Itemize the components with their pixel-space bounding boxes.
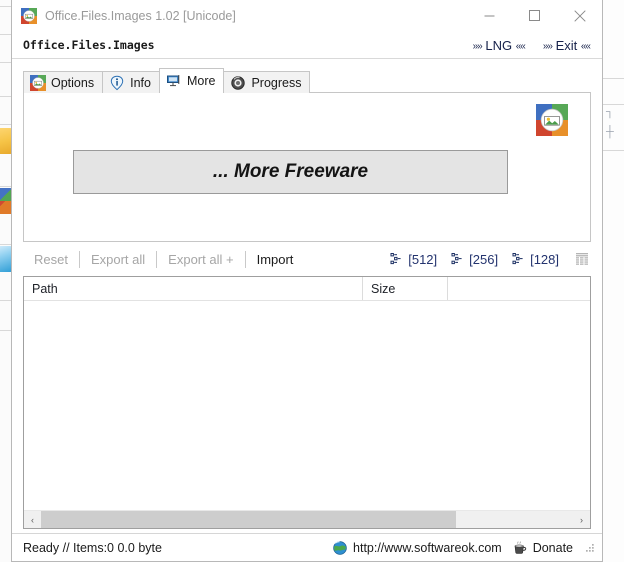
language-button[interactable]: »» LNG «« [472,37,526,53]
desktop-mark-1: ┐ [606,106,614,118]
exit-prefix-chevrons: »» [542,40,553,52]
status-text: Ready // Items:0 0.0 byte [23,540,162,555]
app-images-icon [536,104,568,136]
desktop-right-strip: ┐ ┼ [600,0,624,562]
website-url: http://www.softwareok.com [353,540,502,555]
coffee-cup-icon [512,540,528,556]
scroll-right-arrow-icon[interactable]: › [573,511,590,528]
tab-more-label: More [186,74,216,88]
tab-info[interactable]: Info [102,71,160,93]
desktop-icon-app [0,188,11,214]
desktop-icon-folder [0,128,11,154]
tab-strip: Options Info More Progress [23,68,602,93]
column-header-path[interactable]: Path [24,277,363,300]
size-256-button[interactable]: [256] [451,252,498,267]
tab-progress[interactable]: Progress [223,71,311,93]
exit-label: Exit [555,37,578,53]
lng-prefix-chevrons: »» [472,40,483,52]
app-name-label: Office.Files.Images [23,38,155,52]
size-128-label: [128] [530,251,559,267]
export-all-button[interactable]: Export all [80,252,156,267]
column-header-size[interactable]: Size [363,277,448,300]
export-all-plus-button[interactable]: Export all + [157,252,244,267]
tab-more[interactable]: More [158,68,225,93]
more-panel: ... More Freeware [23,92,591,242]
column-header-blank[interactable] [448,277,590,300]
size-512-label: [512] [408,251,438,267]
reset-button[interactable]: Reset [23,252,79,267]
scrollbar-track[interactable] [41,511,573,528]
monitor-icon [166,73,182,89]
more-freeware-label: ... More Freeware [212,161,369,182]
desktop-icon-water [0,246,11,272]
window-title: Office.Files.Images 1.02 [Unicode] [45,8,236,23]
application-window: Office.Files.Images 1.02 [Unicode] Offic… [11,0,603,562]
app-header-bar: Office.Files.Images »» LNG «« »» Exit «« [12,32,602,59]
tab-options-label: Options [51,75,95,90]
donate-label: Donate [532,540,573,555]
desktop-left-strip [0,0,11,562]
more-freeware-button[interactable]: ... More Freeware [73,150,508,194]
list-column-headers: Path Size [24,277,590,301]
scrollbar-thumb[interactable] [41,511,456,528]
app-images-icon [21,7,37,24]
app-images-icon [30,74,46,91]
resize-grip-icon[interactable] [583,541,596,554]
minimize-icon[interactable] [467,1,512,31]
donate-link[interactable]: Donate [512,540,573,556]
size-256-label: [256] [469,251,499,267]
size-128-button[interactable]: [128] [512,252,559,267]
info-icon [109,75,125,91]
sphere-icon [230,75,246,91]
tab-info-label: Info [130,75,151,90]
lng-label: LNG [485,37,513,53]
selection-dots-icon [390,252,404,266]
status-bar: Ready // Items:0 0.0 byte http://www.sof… [12,533,602,561]
selection-dots-icon [512,252,526,266]
maximize-icon[interactable] [512,1,557,31]
desktop-mark-2: ┼ [606,126,614,138]
website-link[interactable]: http://www.softwareok.com [332,540,502,556]
action-toolbar: Reset Export all Export all + Import [51… [23,242,591,276]
list-rows-container[interactable] [24,301,590,510]
horizontal-scrollbar[interactable]: ‹ › [24,510,590,528]
close-icon[interactable] [557,1,602,31]
tab-options[interactable]: Options [23,71,104,93]
exit-suffix-chevrons: «« [580,40,591,52]
lng-suffix-chevrons: «« [515,40,526,52]
globe-icon [332,540,348,556]
size-512-button[interactable]: [512] [390,252,437,267]
selection-dots-icon [451,252,465,266]
scroll-left-arrow-icon[interactable]: ‹ [24,511,41,528]
tab-progress-label: Progress [251,75,302,90]
title-bar: Office.Files.Images 1.02 [Unicode] [12,0,602,32]
exit-button[interactable]: »» Exit «« [542,37,591,53]
file-list-view[interactable]: Path Size ‹ › [23,276,591,529]
grid-list-icon[interactable] [574,251,590,267]
import-button[interactable]: Import [246,252,305,267]
